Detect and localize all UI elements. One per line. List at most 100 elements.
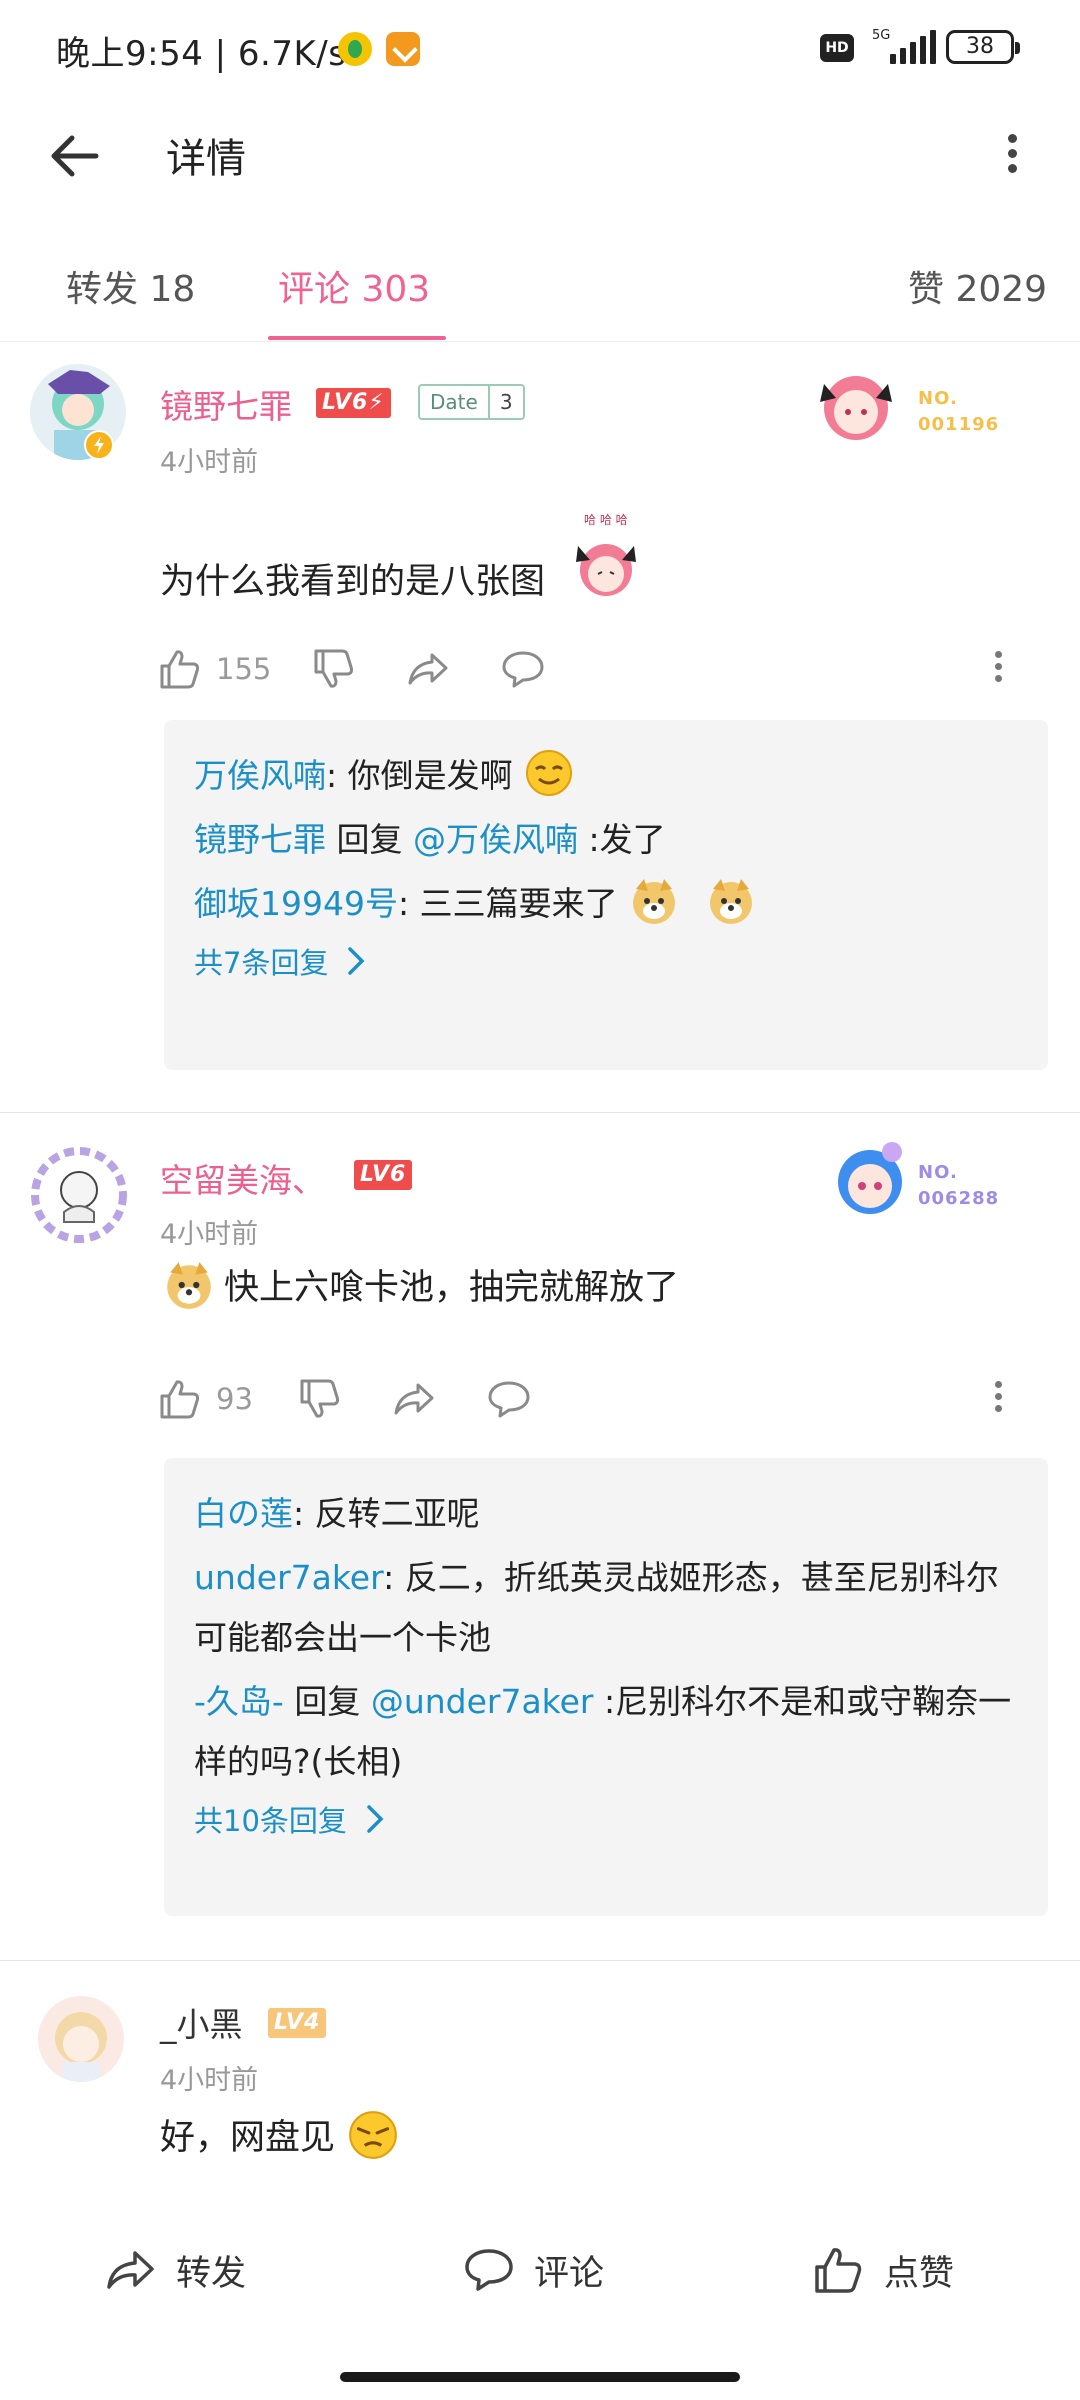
comment-label: 评论 (534, 2253, 605, 2294)
more-replies-label: 共10条回复 (194, 1804, 347, 1838)
reply-mention[interactable]: @under7aker (371, 1682, 594, 1721)
arrow-left-icon (51, 135, 99, 177)
reply-item[interactable]: 万俟风喃: 你倒是发啊 (194, 746, 1018, 806)
share-button[interactable] (392, 1374, 436, 1424)
view-more-replies-link[interactable]: 共10条回复 (194, 1798, 1018, 1840)
avatar-image (38, 1996, 124, 2082)
avatar[interactable] (26, 1142, 132, 1248)
like-post-button[interactable]: 点赞 (812, 2220, 954, 2320)
reply-username[interactable]: 御坂19949号 (194, 884, 398, 923)
pendant-image (820, 376, 892, 440)
reply-username[interactable]: 镜野七罪 (194, 820, 326, 859)
comment-text: 好，网盘见 (160, 2118, 336, 2158)
pendant-no-value: 001196 (918, 414, 1000, 435)
network-type: 5G (872, 28, 891, 43)
bottom-action-bar: 转发 评论 点赞 (0, 2220, 1080, 2400)
thumbs-down-icon (314, 649, 354, 688)
reply-username[interactable]: under7aker (194, 1558, 383, 1597)
comment-time: 4小时前 (160, 447, 259, 478)
comment-more-button[interactable] (988, 646, 1008, 694)
like-count: 155 (216, 652, 272, 686)
smug-face-emoji-icon (526, 749, 573, 796)
repost-button[interactable]: 转发 (104, 2220, 246, 2320)
comment-text: 快上六喰卡池，抽完就解放了 (224, 1268, 680, 1308)
reply-preview[interactable]: 万俟风喃: 你倒是发啊 镜野七罪 回复 @万俟风喃 :发了 御坂19949号: … (164, 720, 1048, 1070)
doge-emoji-icon (709, 878, 752, 924)
comment-time: 4小时前 (160, 2065, 259, 2096)
comment-content: 为什么我看到的是八张图 哈 哈 哈 (160, 513, 656, 612)
status-time-speed: 晚上9:54 | 6.7K/s (56, 34, 347, 74)
reply-connector: 回复 (326, 820, 413, 859)
reply-item[interactable]: 御坂19949号: 三三篇要来了 (194, 874, 1018, 934)
tab-comments[interactable]: 评论 303 (278, 260, 430, 312)
comment-more-button[interactable] (988, 1376, 1008, 1424)
reply-item[interactable]: 镜野七罪 回复 @万俟风喃 :发了 (194, 810, 1018, 870)
tab-reposts[interactable]: 转发 18 (66, 260, 195, 312)
comment-username[interactable]: 镜野七罪 (160, 380, 292, 428)
level-badge: LV6 (354, 1160, 413, 1190)
battery-icon: 38 (946, 30, 1020, 64)
avatar[interactable] (38, 1996, 124, 2082)
comment-username[interactable]: _小黑 (160, 1998, 243, 2046)
date-badge-label: Date (430, 390, 478, 414)
more-vert-icon (1007, 134, 1017, 143)
more-vert-icon (994, 651, 1002, 658)
comment-actions: 155 (158, 644, 1038, 694)
like-label: 点赞 (884, 2253, 955, 2294)
reply-preview[interactable]: 白の莲: 反转二亚呢 under7aker: 反二，折纸英灵战姬形态，甚至尼别科… (164, 1458, 1048, 1916)
pendant-no-label: NO. (918, 1162, 958, 1183)
share-arrow-icon (408, 653, 448, 685)
comment-content: 好，网盘见 (160, 2108, 400, 2168)
comment-username[interactable]: 空留美海、 (160, 1154, 325, 1202)
doge-emoji-icon (167, 1262, 211, 1309)
reply-username[interactable]: 万俟风喃 (194, 756, 326, 795)
more-options-button[interactable] (992, 128, 1032, 184)
thumbs-up-icon (160, 650, 200, 689)
level-badge: LV4 (268, 2008, 327, 2038)
comment-button[interactable]: 评论 (462, 2220, 604, 2320)
comment-item: 镜野七罪 LV6⚡ Date 3 4小时前 NO. 001196 为什么我看到的… (0, 342, 1080, 1112)
page-title: 详情 (166, 136, 246, 182)
tab-indicator (268, 336, 446, 340)
more-vert-icon (994, 1381, 1002, 1388)
avatar-image (26, 1142, 132, 1248)
chevron-right-icon (367, 1805, 384, 1833)
pendant-number: NO. 001196 (918, 386, 999, 438)
share-button[interactable] (406, 644, 450, 694)
chevron-right-icon (348, 947, 365, 975)
reply-text: : 三三篇要来了 (397, 884, 618, 923)
tab-likes[interactable]: 赞 2029 (908, 260, 1047, 312)
dislike-button[interactable] (312, 644, 356, 694)
like-button[interactable]: 93 (158, 1374, 253, 1424)
annoyed-face-emoji-icon (349, 2111, 398, 2159)
reply-item[interactable]: under7aker: 反二，折纸英灵战姬形态，甚至尼别科尔可能都会出一个卡池 (194, 1548, 1018, 1668)
detail-tabs: 转发 18 评论 303 赞 2029 (0, 240, 1080, 342)
back-button[interactable] (44, 124, 108, 188)
thumbs-down-icon (300, 1379, 340, 1418)
dislike-button[interactable] (298, 1374, 342, 1424)
reply-button[interactable] (500, 644, 546, 694)
reply-item[interactable]: -久岛- 回复 @under7aker :尼别科尔不是和或守鞠奈一样的吗?(长相… (194, 1672, 1018, 1792)
comment-bubble-icon (465, 2249, 513, 2291)
share-arrow-icon (394, 1383, 434, 1415)
signal-icon (890, 30, 936, 64)
comment-actions-partial (158, 2208, 1038, 2220)
thumbs-up-icon (160, 1380, 200, 1419)
reply-text: :发了 (577, 820, 666, 859)
app-notification-icon (338, 32, 372, 66)
comment-content: 快上六喰卡池，抽完就解放了 (162, 1258, 679, 1318)
comment-item: _小黑 LV4 4小时前 好，网盘见 (0, 1962, 1080, 2220)
date-badge: Date 3 (418, 384, 525, 420)
reply-item[interactable]: 白の莲: 反转二亚呢 (194, 1484, 1018, 1544)
thumbs-up-icon (815, 2248, 862, 2293)
verified-badge-icon (84, 430, 114, 460)
view-more-replies-link[interactable]: 共7条回复 (194, 940, 1018, 982)
repost-label: 转发 (176, 2253, 247, 2294)
reply-mention[interactable]: @万俟风喃 (413, 820, 578, 859)
reply-username[interactable]: 白の莲 (194, 1494, 293, 1533)
like-button[interactable]: 155 (158, 644, 271, 694)
reply-username[interactable]: -久岛- (194, 1682, 284, 1721)
reply-button[interactable] (486, 1374, 532, 1424)
home-indicator[interactable] (340, 2372, 740, 2382)
comment-divider (0, 1960, 1080, 1961)
